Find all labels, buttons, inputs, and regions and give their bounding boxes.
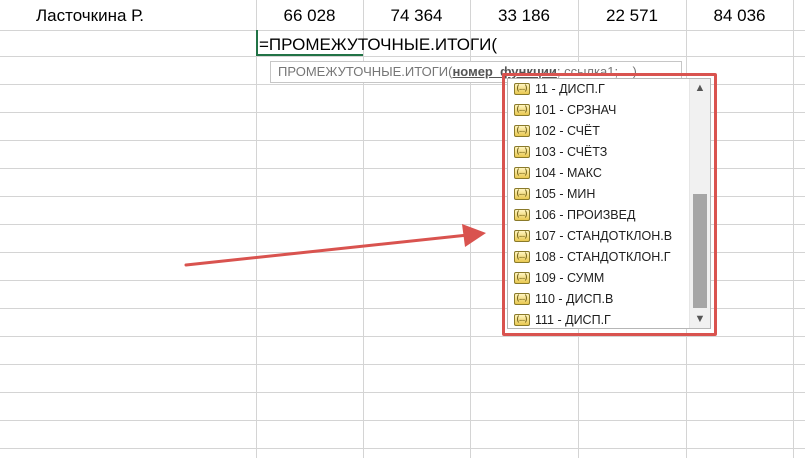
cell-value[interactable]: 33 186 (470, 4, 578, 28)
cell-value[interactable]: 84 036 (686, 4, 793, 28)
tooltip-function-name: ПРОМЕЖУТОЧНЫЕ.ИТОГИ( (278, 64, 453, 79)
row-divider (0, 336, 805, 337)
cell-value[interactable]: 66 028 (256, 4, 363, 28)
highlight-box (502, 73, 717, 336)
row-divider (0, 448, 805, 449)
column-divider (793, 0, 794, 458)
column-divider (256, 0, 257, 458)
row-divider (0, 30, 805, 31)
row-divider (0, 392, 805, 393)
row-divider (0, 364, 805, 365)
formula-input[interactable]: =ПРОМЕЖУТОЧНЫЕ.ИТОГИ( (259, 33, 497, 57)
row-divider (0, 420, 805, 421)
cell-value[interactable]: 22 571 (578, 4, 686, 28)
cell-value[interactable]: 74 364 (363, 4, 470, 28)
cell-name[interactable]: Ласточкина Р. (36, 4, 144, 28)
